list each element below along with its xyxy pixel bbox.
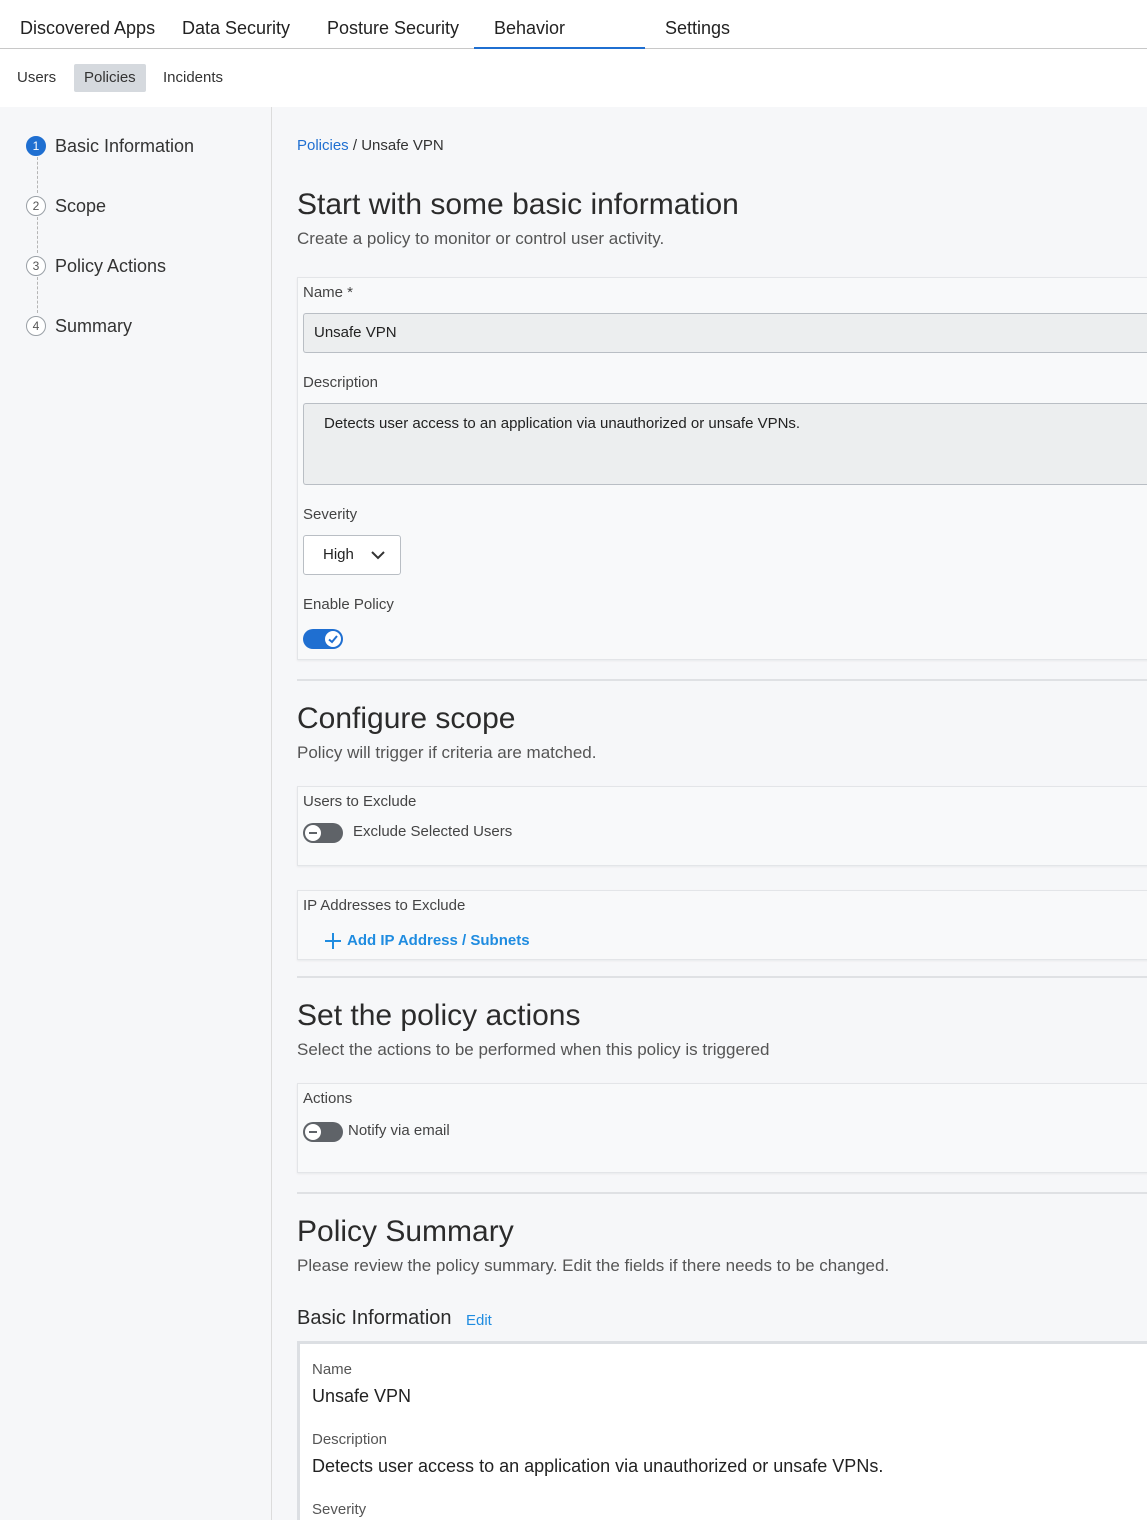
name-input-value: Unsafe VPN bbox=[314, 324, 397, 341]
enable-policy-label: Enable Policy bbox=[303, 596, 394, 613]
step-number: 1 bbox=[26, 136, 46, 156]
step-connector bbox=[37, 157, 38, 193]
summary-severity-label: Severity bbox=[312, 1501, 367, 1518]
sub-nav: Users Policies Incidents bbox=[0, 49, 1147, 107]
actions-label: Actions bbox=[303, 1090, 353, 1107]
basic-info-title: Start with some basic information bbox=[297, 188, 739, 221]
users-exclude-label: Users to Exclude bbox=[303, 793, 417, 810]
section-divider bbox=[297, 976, 1147, 978]
summary-title: Policy Summary bbox=[297, 1215, 514, 1248]
minus-icon bbox=[309, 1131, 317, 1133]
summary-subtitle: Please review the policy summary. Edit t… bbox=[297, 1256, 890, 1275]
enable-policy-toggle[interactable] bbox=[303, 629, 343, 649]
add-ip-button[interactable]: Add IP Address / Subnets bbox=[323, 932, 530, 949]
toggle-knob bbox=[305, 825, 321, 841]
actions-card: Actions Notify via email bbox=[297, 1083, 1147, 1173]
plus-icon bbox=[325, 933, 341, 949]
ip-exclude-label: IP Addresses to Exclude bbox=[303, 897, 466, 914]
description-textarea-value: Detects user access to an application vi… bbox=[324, 415, 801, 432]
notify-email-toggle[interactable] bbox=[303, 1122, 343, 1142]
severity-value: High bbox=[323, 546, 354, 563]
tab-discovered-apps[interactable]: Discovered Apps bbox=[0, 0, 175, 48]
minus-icon bbox=[309, 832, 317, 834]
step-connector bbox=[37, 277, 38, 313]
summary-edit-link[interactable]: Edit bbox=[466, 1312, 492, 1329]
scope-subtitle: Policy will trigger if criteria are matc… bbox=[297, 743, 597, 762]
summary-section-title: Basic Information bbox=[297, 1307, 452, 1329]
notify-email-text: Notify via email bbox=[348, 1122, 450, 1139]
top-nav: Discovered Apps Data Security Posture Se… bbox=[0, 0, 1147, 94]
basic-info-subtitle: Create a policy to monitor or control us… bbox=[297, 229, 665, 248]
toggle-knob bbox=[305, 1124, 321, 1140]
scope-title: Configure scope bbox=[297, 702, 516, 735]
step-label: Policy Actions bbox=[55, 256, 167, 276]
actions-title: Set the policy actions bbox=[297, 999, 581, 1032]
add-ip-text: Add IP Address / Subnets bbox=[347, 932, 530, 949]
step-connector bbox=[37, 217, 38, 253]
breadcrumb-policies-link[interactable]: Policies bbox=[297, 137, 349, 154]
chevron-down-icon bbox=[371, 551, 385, 560]
summary-basic-box: Name Unsafe VPN Description Detects user… bbox=[297, 1341, 1147, 1520]
section-divider bbox=[297, 679, 1147, 681]
tab-behavior-threats[interactable]: Behavior Threats bbox=[474, 0, 645, 94]
main-content: Policies / Unsafe VPN Start with some ba… bbox=[272, 107, 1147, 1520]
breadcrumb-separator: / bbox=[352, 137, 358, 154]
subtab-users[interactable]: Users bbox=[7, 64, 66, 92]
breadcrumb: Policies / Unsafe VPN bbox=[297, 137, 444, 154]
description-textarea[interactable]: Detects user access to an application vi… bbox=[303, 403, 1147, 485]
exclude-users-text: Exclude Selected Users bbox=[353, 823, 513, 840]
users-exclude-card: Users to Exclude Exclude Selected Users bbox=[297, 786, 1147, 866]
breadcrumb-current: Unsafe VPN bbox=[361, 137, 444, 154]
toggle-knob bbox=[325, 631, 341, 647]
step-number: 3 bbox=[26, 256, 46, 276]
step-number: 4 bbox=[26, 316, 46, 336]
name-label: Name * bbox=[303, 284, 354, 301]
exclude-users-toggle[interactable] bbox=[303, 823, 343, 843]
summary-name-label: Name bbox=[312, 1361, 353, 1378]
ip-exclude-card: IP Addresses to Exclude Add IP Address /… bbox=[297, 890, 1147, 960]
name-input[interactable]: Unsafe VPN bbox=[303, 313, 1147, 353]
step-number: 2 bbox=[26, 196, 46, 216]
summary-description-label: Description bbox=[312, 1431, 388, 1448]
actions-subtitle: Select the actions to be performed when … bbox=[297, 1040, 770, 1059]
subtab-incidents[interactable]: Incidents bbox=[153, 64, 233, 92]
severity-label: Severity bbox=[303, 506, 358, 523]
check-icon bbox=[328, 635, 338, 644]
summary-name-value: Unsafe VPN bbox=[312, 1386, 412, 1406]
tab-data-security[interactable]: Data Security bbox=[162, 0, 310, 48]
severity-select[interactable]: High bbox=[303, 535, 401, 575]
wizard-stepper: 1 Basic Information 2 Scope 3 Policy Act… bbox=[0, 107, 272, 1520]
section-divider bbox=[297, 1192, 1147, 1194]
summary-description-value: Detects user access to an application vi… bbox=[312, 1456, 884, 1476]
subtab-policies[interactable]: Policies bbox=[74, 64, 146, 92]
step-label: Summary bbox=[55, 316, 133, 336]
tab-posture-security[interactable]: Posture Security bbox=[307, 0, 479, 48]
description-label: Description bbox=[303, 374, 379, 391]
step-label: Basic Information bbox=[55, 136, 195, 156]
step-label: Scope bbox=[55, 196, 107, 216]
basic-info-card: Name * Unsafe VPN Description Detects us… bbox=[297, 277, 1147, 660]
tab-settings[interactable]: Settings bbox=[645, 0, 750, 48]
